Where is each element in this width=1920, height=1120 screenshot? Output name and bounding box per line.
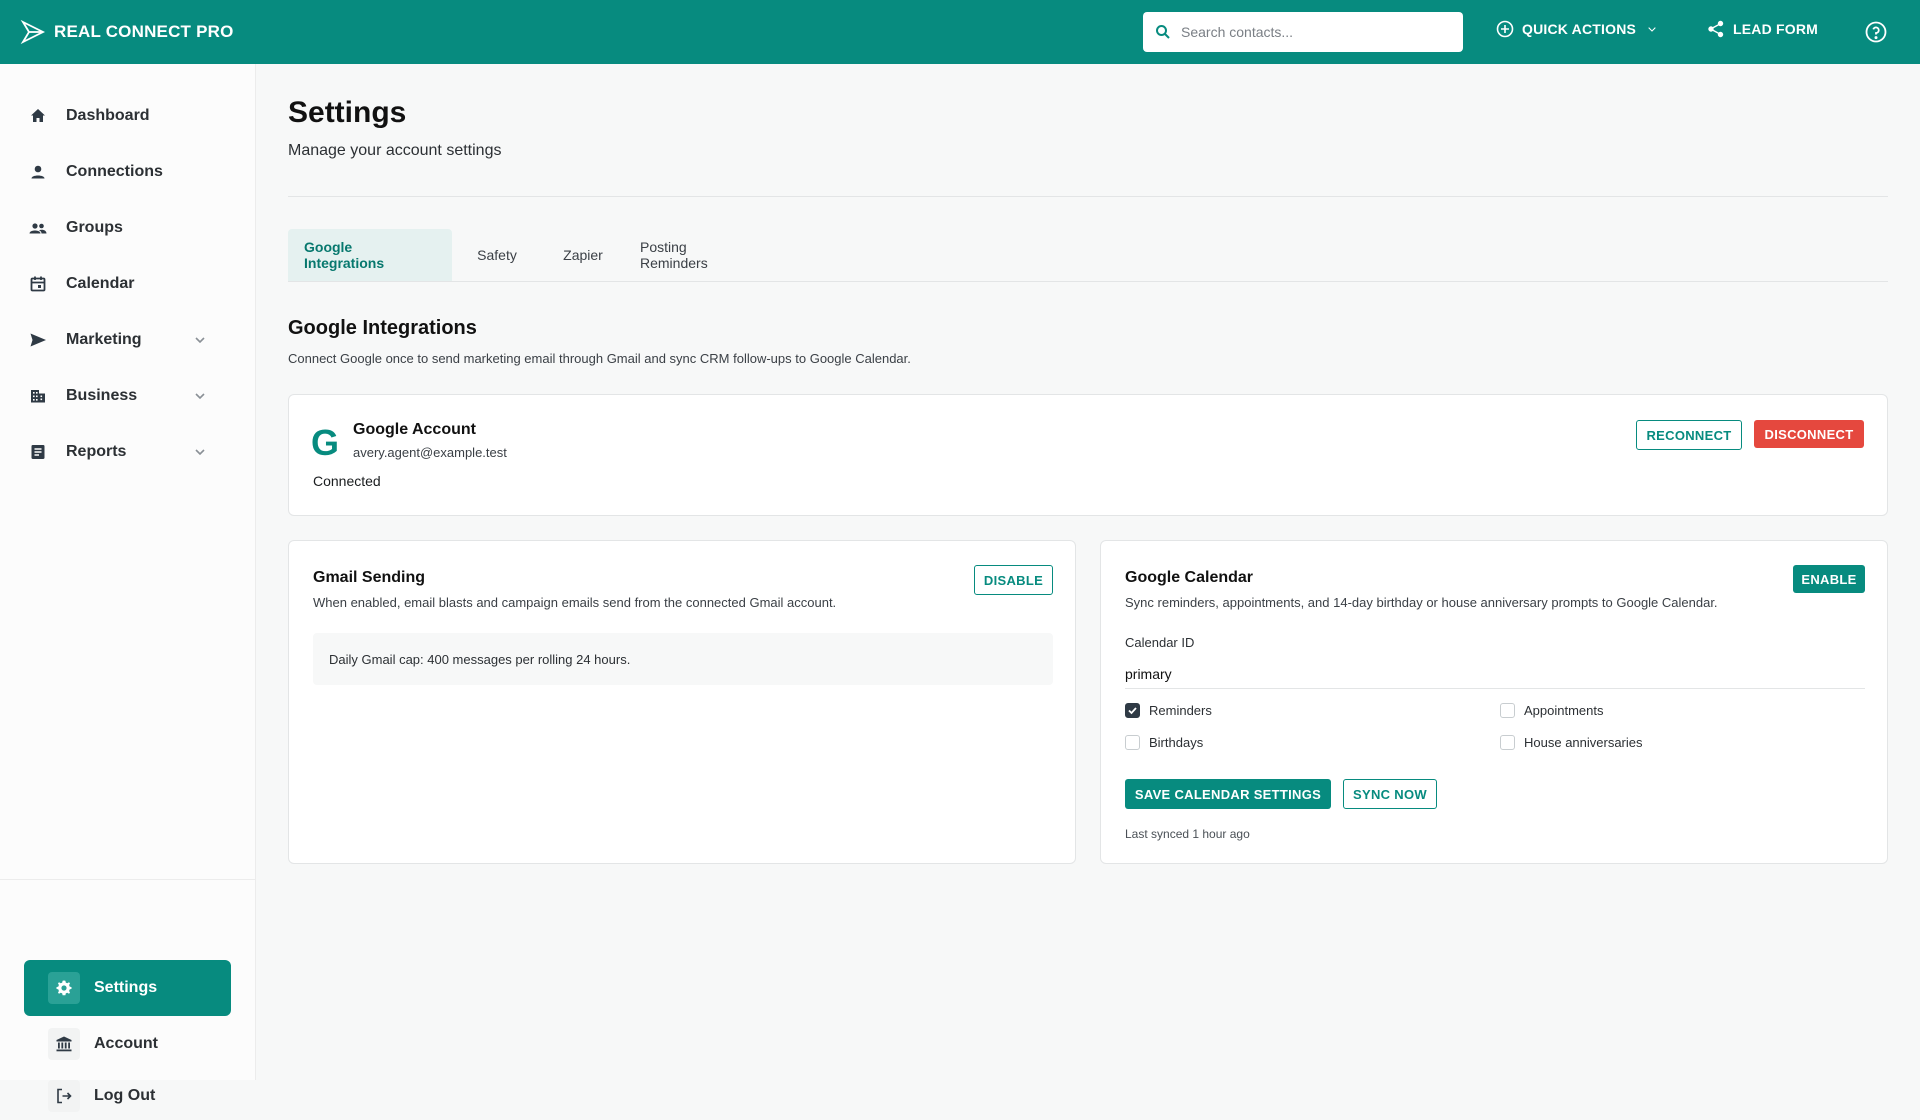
gear-icon-wrapper <box>48 972 80 1004</box>
sidebar-item-label: Business <box>66 387 138 404</box>
sidebar-item-marketing[interactable]: Marketing <box>28 320 208 360</box>
checkbox-box[interactable] <box>1125 703 1140 718</box>
settings-tabs: Google Integrations Safety Zapier Postin… <box>288 229 1888 282</box>
section-description: Connect Google once to send marketing em… <box>288 351 911 366</box>
save-calendar-settings-button[interactable]: SAVE CALENDAR SETTINGS <box>1125 779 1331 809</box>
person-icon <box>31 165 45 179</box>
sidebar-item-business[interactable]: Business <box>28 376 208 416</box>
sidebar-item-reports[interactable]: Reports <box>28 432 208 472</box>
brand[interactable]: REAL CONNECT PRO <box>20 19 234 45</box>
sync-now-button[interactable]: SYNC NOW <box>1343 779 1437 809</box>
search-input[interactable] <box>1181 24 1451 40</box>
bank-icon-wrapper <box>48 1028 80 1060</box>
google-logo-icon: G <box>311 422 340 463</box>
tab-posting-reminders[interactable]: Posting Reminders <box>624 229 774 281</box>
sidebar-item-label: Reports <box>66 443 127 460</box>
disable-gmail-button[interactable]: DISABLE <box>974 565 1053 595</box>
divider <box>288 196 1888 197</box>
checkbox-birthdays[interactable]: Birthdays <box>1125 735 1203 750</box>
chevron-down-icon <box>195 393 205 400</box>
logout-icon <box>57 1088 72 1104</box>
checkbox-label: Reminders <box>1149 703 1212 718</box>
checkbox-label: Birthdays <box>1149 735 1204 750</box>
checkbox-house-anniversaries[interactable]: House anniversaries <box>1500 735 1643 750</box>
sidebar-item-label: Account <box>94 1035 158 1052</box>
tab-zapier[interactable]: Zapier <box>542 229 624 281</box>
checkbox-appointments[interactable]: Appointments <box>1500 703 1604 718</box>
sidebar: Dashboard Connections Groups Calendar Ma… <box>0 64 256 1112</box>
group-icon <box>29 223 47 234</box>
account-status: Connected <box>313 473 381 489</box>
gmail-cap-note: Daily Gmail cap: 400 messages per rollin… <box>313 633 1053 685</box>
quick-actions-label: QUICK ACTIONS <box>1522 21 1637 37</box>
brand-name: REAL CONNECT PRO <box>54 22 234 41</box>
sidebar-item-connections[interactable]: Connections <box>28 152 208 192</box>
page-title: Settings <box>288 96 407 129</box>
sidebar-item-label: Settings <box>94 979 158 996</box>
sidebar-item-label: Log Out <box>94 1087 156 1104</box>
calendar-description: Sync reminders, appointments, and 14-day… <box>1125 595 1718 610</box>
chevron-down-icon <box>195 337 205 344</box>
sidebar-item-groups[interactable]: Groups <box>28 208 208 248</box>
search-box[interactable] <box>1143 12 1463 52</box>
sidebar-item-label: Calendar <box>66 275 135 292</box>
chevron-down-icon <box>1648 27 1656 32</box>
sidebar-bottom: Settings Account Log Out <box>0 879 256 1112</box>
tab-safety[interactable]: Safety <box>452 229 542 281</box>
chevron-down-icon <box>195 449 205 456</box>
help-icon[interactable] <box>1864 20 1888 44</box>
sidebar-item-label: Dashboard <box>66 107 150 124</box>
page-subtitle: Manage your account settings <box>288 142 502 159</box>
section-title: Google Integrations <box>288 317 477 339</box>
quick-actions-button[interactable]: QUICK ACTIONS <box>1496 20 1658 38</box>
sidebar-item-dashboard[interactable]: Dashboard <box>28 96 208 136</box>
logout-icon-wrapper <box>48 1080 80 1112</box>
enable-calendar-button[interactable]: ENABLE <box>1793 565 1865 593</box>
calendar-icon <box>30 276 46 292</box>
gear-icon <box>56 980 72 996</box>
gmail-sending-card: Gmail Sending When enabled, email blasts… <box>288 540 1076 864</box>
sidebar-item-settings[interactable]: Settings <box>24 960 231 1016</box>
check-icon <box>1128 707 1137 715</box>
logo-icon <box>20 19 46 45</box>
add-circle-icon <box>1496 20 1514 38</box>
lead-form-label: LEAD FORM <box>1733 21 1819 37</box>
sidebar-item-calendar[interactable]: Calendar <box>28 264 208 304</box>
account-name: Google Account <box>353 421 476 438</box>
lead-form-button[interactable]: LEAD FORM <box>1707 20 1818 38</box>
calendar-id-input[interactable] <box>1125 659 1865 689</box>
checkbox-reminders[interactable]: Reminders <box>1125 703 1212 718</box>
sidebar-item-label: Connections <box>66 163 163 180</box>
disconnect-button[interactable]: DISCONNECT <box>1754 420 1864 448</box>
share-icon <box>1708 20 1724 38</box>
sidebar-item-account[interactable]: Account <box>24 1016 231 1072</box>
calendar-id-label: Calendar ID <box>1125 635 1195 650</box>
account-email: avery.agent@example.test <box>353 445 507 460</box>
checkbox-box[interactable] <box>1500 735 1515 750</box>
top-bar: REAL CONNECT PRO QUICK ACTIONS LEAD FORM <box>0 0 1920 64</box>
building-icon <box>31 390 45 403</box>
last-synced-text: Last synced 1 hour ago <box>1125 827 1250 841</box>
report-icon <box>31 445 45 459</box>
home-icon <box>31 109 45 122</box>
checkbox-label: Appointments <box>1524 703 1604 718</box>
google-account-card: G Google Account avery.agent@example.tes… <box>288 394 1888 516</box>
checkbox-label: House anniversaries <box>1524 735 1643 750</box>
checkbox-box[interactable] <box>1125 735 1140 750</box>
send-icon <box>30 333 46 347</box>
reconnect-button[interactable]: RECONNECT <box>1636 420 1742 450</box>
sidebar-item-label: Groups <box>66 219 123 236</box>
sidebar-item-label: Marketing <box>66 331 142 348</box>
checkbox-box[interactable] <box>1500 703 1515 718</box>
search-icon <box>1156 25 1170 39</box>
sidebar-item-logout[interactable]: Log Out <box>24 1072 231 1120</box>
google-calendar-card: Google Calendar Sync reminders, appointm… <box>1100 540 1888 864</box>
tab-google-integrations[interactable]: Google Integrations <box>288 229 452 281</box>
bank-icon <box>56 1036 72 1052</box>
gmail-description: When enabled, email blasts and campaign … <box>313 595 837 610</box>
calendar-title: Google Calendar <box>1125 569 1254 586</box>
gmail-title: Gmail Sending <box>313 569 426 586</box>
